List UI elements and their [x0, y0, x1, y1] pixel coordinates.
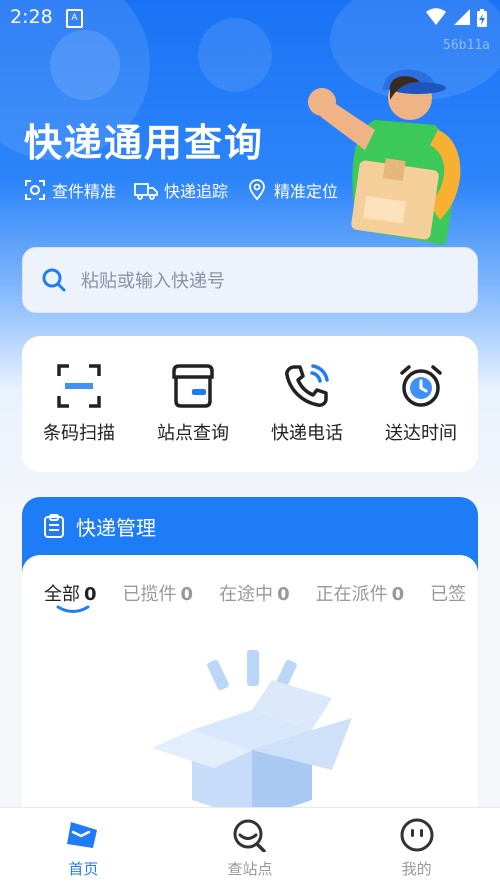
- status-icons: [426, 8, 488, 28]
- status-bar: 2:28 A: [0, 0, 500, 36]
- quick-action-label: 条码扫描: [43, 423, 115, 444]
- tab-active-indicator: [56, 605, 90, 613]
- tab-label: 已揽件: [122, 584, 177, 605]
- feature-list: 查件精准 快递追踪 精准定位: [24, 178, 338, 202]
- nav-label: 我的: [401, 860, 432, 878]
- feature-item: 精准定位: [246, 178, 338, 202]
- quick-action-barcode-scan[interactable]: 条码扫描: [24, 363, 134, 445]
- tab-label: 全部: [44, 584, 80, 605]
- tab-count: 0: [84, 584, 97, 605]
- search-icon: [42, 268, 66, 292]
- signal-icon: [454, 9, 470, 25]
- search-station-icon: [233, 819, 266, 852]
- tab-label: 在途中: [219, 584, 274, 605]
- nav-label: 查站点: [227, 860, 273, 878]
- courier-mascot-illustration: [308, 69, 461, 245]
- quick-actions-panel: 条码扫描 站点查询 快递电话 送达时间: [22, 336, 478, 472]
- tab-count: 0: [391, 584, 405, 605]
- empty-box-illustration: [152, 650, 352, 810]
- phone-call-icon: [285, 364, 329, 407]
- bottom-nav: 首页 查站点 我的: [0, 807, 500, 890]
- tab-count: 0: [180, 584, 194, 605]
- nav-label: 首页: [68, 860, 99, 878]
- feature-item: 快递追踪: [134, 178, 228, 202]
- wifi-icon: [426, 8, 446, 25]
- notification-icon: A: [66, 9, 83, 28]
- truck-icon: [134, 183, 158, 200]
- tab-count: 0: [277, 584, 290, 605]
- status-tabs: 全部 0 已揽件 0 在途中 0 正在派件 0 已签: [44, 580, 466, 613]
- watermark: 56b11a: [443, 38, 490, 53]
- alarm-clock-icon: [400, 365, 442, 407]
- quick-action-label: 送达时间: [385, 423, 457, 444]
- home-icon: [67, 822, 98, 848]
- tab-collected[interactable]: 已揽件 0: [123, 580, 194, 606]
- smiley-icon: [400, 818, 434, 852]
- decor-circle: [50, 30, 120, 100]
- management-title: 快递管理: [76, 515, 156, 540]
- battery-icon: [477, 9, 487, 27]
- quick-action-courier-phone[interactable]: 快递电话: [252, 363, 362, 445]
- tab-delivering[interactable]: 正在派件 0: [316, 580, 405, 606]
- search-placeholder: 粘贴或输入快递号: [81, 271, 225, 292]
- nav-profile[interactable]: 我的: [357, 808, 477, 890]
- barcode-scan-icon: [57, 364, 101, 408]
- feature-item: 查件精准: [24, 178, 116, 202]
- tab-label: 正在派件: [315, 584, 388, 605]
- nav-home[interactable]: 首页: [23, 808, 143, 890]
- quick-action-delivery-time[interactable]: 送达时间: [366, 363, 476, 445]
- tab-label: 已签: [430, 584, 467, 605]
- quick-action-label: 快递电话: [271, 423, 343, 444]
- feature-label: 查件精准: [52, 182, 117, 201]
- tab-in-transit[interactable]: 在途中 0: [219, 580, 290, 606]
- courier-management-card: 快递管理 全部 0 已揽件 0 在途中 0 正在派件 0 已签: [22, 497, 478, 837]
- status-time: 2:28: [10, 6, 53, 28]
- management-header: 快递管理: [22, 497, 478, 555]
- management-body: 全部 0 已揽件 0 在途中 0 正在派件 0 已签: [22, 555, 478, 837]
- tab-signed[interactable]: 已签: [430, 580, 466, 606]
- quick-action-label: 站点查询: [157, 423, 229, 444]
- page-title: 快递通用查询: [24, 121, 265, 165]
- tab-all[interactable]: 全部 0: [44, 580, 97, 613]
- location-pin-icon: [249, 179, 265, 201]
- clipboard-icon: [44, 514, 64, 538]
- quick-action-station-query[interactable]: 站点查询: [138, 363, 248, 445]
- feature-label: 快递追踪: [164, 182, 229, 201]
- search-input[interactable]: 粘贴或输入快递号: [22, 247, 478, 313]
- feature-label: 精准定位: [274, 182, 339, 201]
- nav-station-query[interactable]: 查站点: [190, 808, 310, 890]
- store-icon: [172, 364, 214, 408]
- scan-icon: [25, 180, 45, 200]
